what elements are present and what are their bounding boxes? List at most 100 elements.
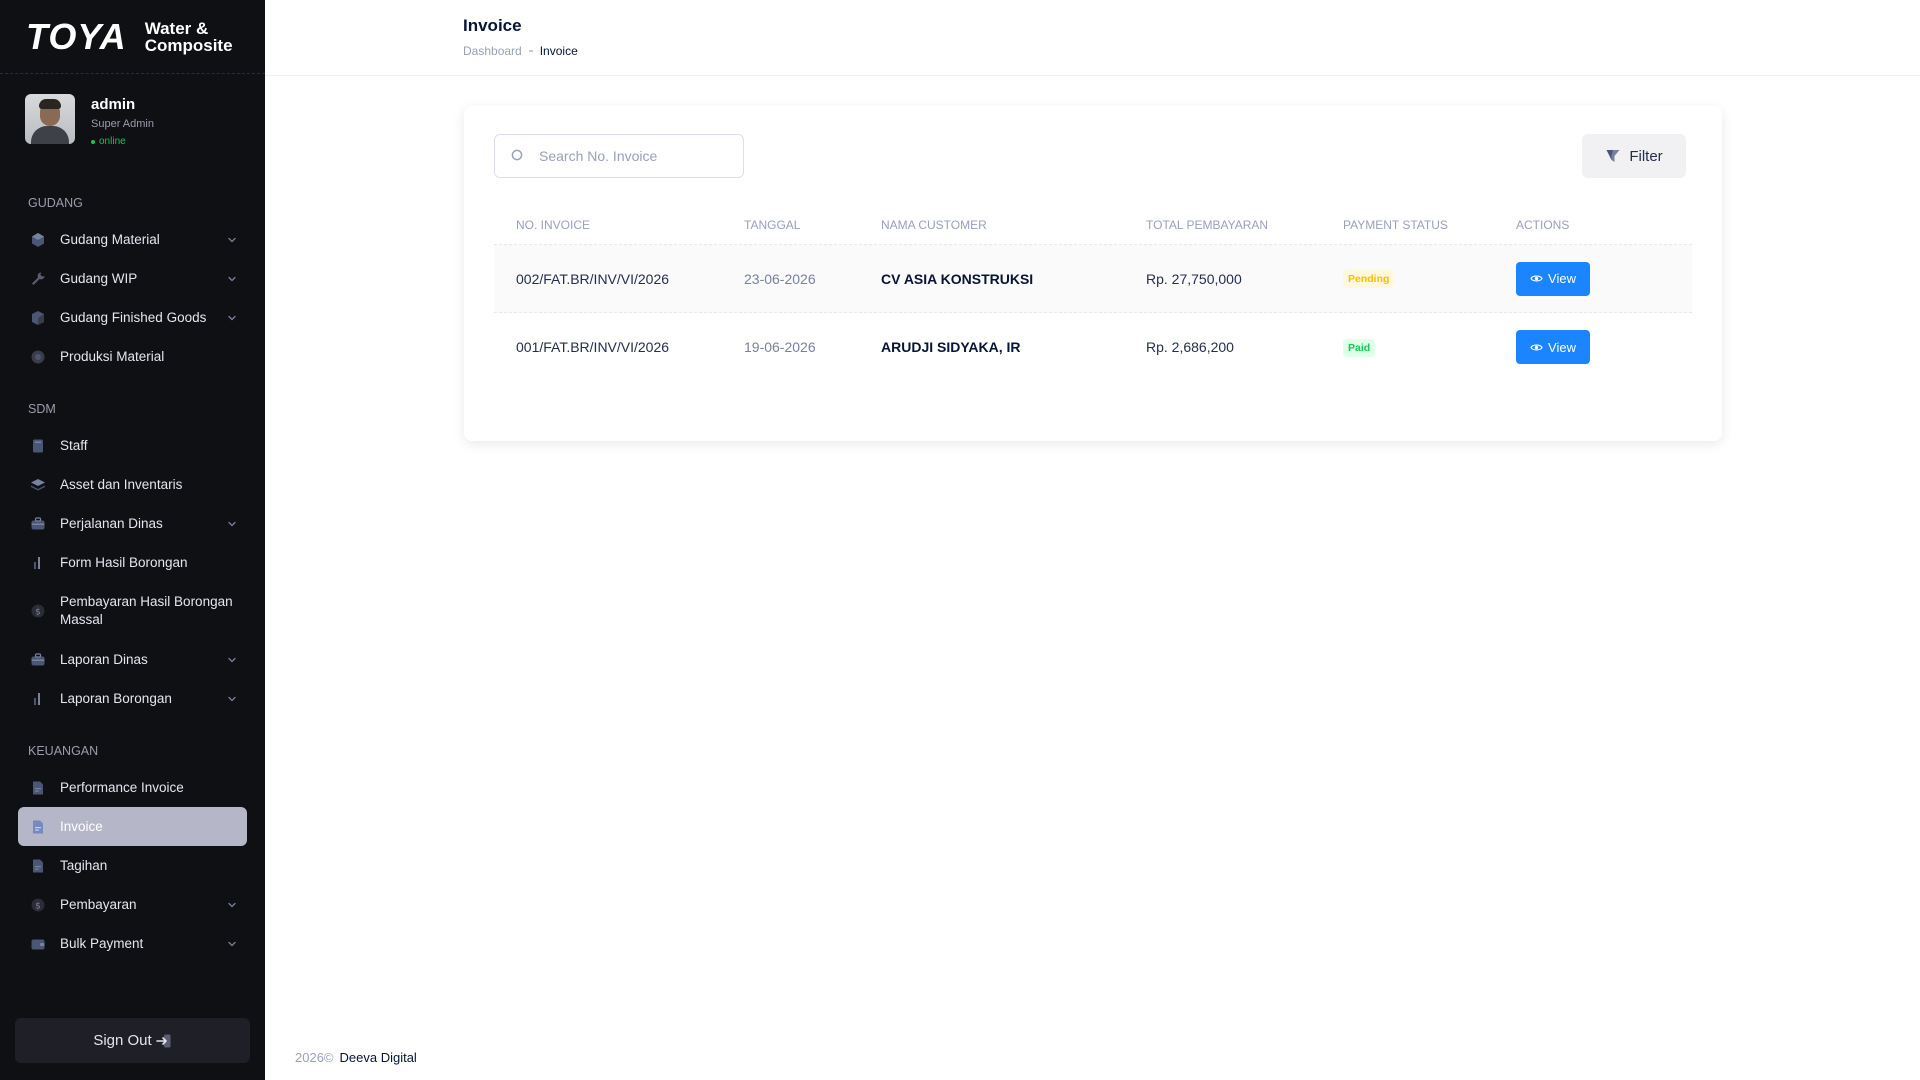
cell-total: Rp. 2,686,200: [1146, 339, 1234, 355]
table-row: 002/FAT.BR/INV/VI/2026 23-06-2026 CV ASI…: [494, 245, 1692, 313]
cell-customer: CV ASIA KONSTRUKSI: [881, 270, 1034, 287]
svg-text:$: $: [35, 901, 41, 911]
col-no-invoice[interactable]: NO. INVOICE: [494, 218, 744, 232]
section-title-sdm: SDM: [28, 402, 56, 416]
sidebar-item-label: Pembayaran Hasil Borongan Massal: [60, 594, 233, 627]
sidebar-item-label: Staff: [60, 437, 88, 453]
footer-brand-link[interactable]: Deeva Digital: [340, 1050, 417, 1065]
sidebar-item-gudang-material[interactable]: Gudang Material: [18, 220, 247, 259]
cube-icon: [32, 232, 44, 247]
document-icon: [33, 820, 43, 833]
logo-subtitle: Water & Composite: [145, 20, 233, 54]
wallet-icon: [31, 939, 45, 949]
invoice-table: NO. INVOICE TANGGAL NAMA CUSTOMER TOTAL …: [494, 206, 1692, 381]
section-title-keuangan: KEUANGAN: [28, 744, 99, 758]
cell-status: Pending: [1343, 269, 1516, 288]
view-button[interactable]: View: [1516, 261, 1590, 296]
sidebar-item-label: Gudang Finished Goods: [60, 309, 207, 325]
cell-tanggal: 19-06-2026: [744, 339, 816, 355]
sidebar: TOYA Water & Composite admin Super Admin…: [0, 0, 265, 1080]
bar-chart-icon: [34, 692, 40, 705]
view-button[interactable]: View: [1516, 330, 1590, 364]
cell-total: Rp. 27,750,000: [1146, 270, 1242, 287]
sidebar-item-label: Asset dan Inventaris: [60, 476, 183, 492]
cell-tanggal: 23-06-2026: [744, 270, 816, 287]
sidebar-item-bulk-payment[interactable]: Bulk Payment: [18, 924, 247, 963]
logo[interactable]: TOYA Water & Composite: [0, 0, 265, 74]
search-icon: [511, 149, 523, 161]
cell-actions: View: [1516, 261, 1692, 296]
sidebar-item-perjalanan-dinas[interactable]: Perjalanan Dinas: [18, 504, 247, 543]
eye-icon: [1530, 275, 1543, 282]
chevron-down-icon: [228, 521, 236, 526]
sidebar-item-performance-invoice[interactable]: Performance Invoice: [18, 768, 247, 807]
document-icon: [33, 859, 43, 872]
sidebar-item-asset-dan-inventaris[interactable]: Asset dan Inventaris: [18, 465, 247, 504]
sidebar-item-laporan-dinas[interactable]: Laporan Dinas: [18, 640, 247, 679]
footer-year: 2026©: [295, 1050, 334, 1065]
layers-icon: [31, 478, 45, 490]
page-title: Invoice: [463, 16, 522, 35]
search-box[interactable]: [494, 134, 744, 178]
chevron-down-icon: [228, 696, 236, 701]
sidebar-item-form-hasil-borongan[interactable]: Form Hasil Borongan: [18, 543, 247, 582]
document-icon: [33, 781, 43, 794]
view-label: View: [1548, 271, 1576, 286]
cell-status: Paid: [1343, 338, 1516, 357]
col-total-pembayaran[interactable]: TOTAL PEMBAYARAN: [1146, 218, 1343, 232]
profile-role: Super Admin: [91, 118, 154, 130]
sidebar-item-label: Gudang Material: [60, 231, 160, 247]
disc-icon: [31, 350, 45, 363]
logo-brand: TOYA: [26, 15, 127, 57]
user-profile: admin Super Admin online: [0, 74, 265, 174]
col-tanggal[interactable]: TANGGAL: [744, 218, 881, 232]
sidebar-item-label: Laporan Dinas: [60, 651, 148, 667]
sidebar-item-label: Tagihan: [60, 857, 108, 873]
sidebar-item-gudang-finished-goods[interactable]: Gudang Finished Goods: [18, 298, 247, 337]
briefcase-icon: [31, 652, 45, 665]
sidebar-item-tagihan[interactable]: Tagihan: [18, 846, 247, 885]
filter-label: Filter: [1629, 147, 1663, 165]
sidebar-item-laporan-borongan[interactable]: Laporan Borongan: [18, 679, 247, 718]
logo-subtitle-line2: Composite: [144, 35, 233, 55]
status-badge: Pending: [1343, 270, 1395, 288]
sidebar-item-label: Invoice: [60, 818, 103, 834]
status-text: online: [99, 136, 126, 147]
view-label: View: [1548, 339, 1576, 355]
sidebar-item-staff[interactable]: Staff: [18, 426, 247, 465]
search-input[interactable]: [539, 148, 719, 164]
sidebar-item-pembayaran[interactable]: $ Pembayaran: [18, 885, 247, 924]
sign-out-button[interactable]: Sign Out: [15, 1018, 250, 1063]
wrench-icon: [32, 272, 45, 285]
sidebar-item-label: Performance Invoice: [60, 779, 184, 795]
sidebar-item-label: Bulk Payment: [60, 935, 144, 951]
main-content: Invoice Dashboard Invoice Filter NO. INV…: [265, 0, 1920, 1080]
sign-out-icon: [155, 1034, 171, 1047]
col-nama-customer[interactable]: NAMA CUSTOMER: [881, 218, 1146, 232]
chevron-down-icon: [228, 941, 236, 946]
status-dot-icon: [91, 139, 95, 144]
chevron-down-icon: [228, 276, 236, 281]
sidebar-item-label: Pembayaran: [60, 896, 137, 912]
filter-icon: [1606, 150, 1620, 162]
filter-button[interactable]: Filter: [1582, 134, 1686, 178]
dollar-icon: $: [31, 898, 45, 911]
status-badge: Paid: [1343, 338, 1376, 357]
sidebar-menu: GUDANG Gudang Material Gudang WIP Gudang…: [0, 196, 265, 963]
breadcrumb-dashboard[interactable]: Dashboard: [463, 44, 522, 58]
sidebar-item-gudang-wip[interactable]: Gudang WIP: [18, 259, 247, 298]
page-header: Invoice Dashboard Invoice: [265, 0, 1920, 76]
sidebar-item-invoice[interactable]: Invoice: [18, 807, 247, 846]
table-header: NO. INVOICE TANGGAL NAMA CUSTOMER TOTAL …: [494, 206, 1692, 245]
sidebar-item-pembayaran-hasil-borongan-massal[interactable]: $ Pembayaran Hasil Borongan Massal: [18, 582, 247, 640]
avatar[interactable]: [25, 94, 75, 144]
box-icon: [32, 310, 44, 325]
table-row: 001/FAT.BR/INV/VI/2026 19-06-2026 ARUDJI…: [494, 313, 1692, 381]
sidebar-item-label: Perjalanan Dinas: [60, 515, 163, 531]
chevron-down-icon: [228, 657, 236, 662]
sidebar-item-produksi-material[interactable]: Produksi Material: [18, 337, 247, 376]
chevron-down-icon: [228, 315, 236, 320]
sidebar-item-label: Form Hasil Borongan: [60, 554, 188, 570]
col-payment-status[interactable]: PAYMENT STATUS: [1343, 218, 1516, 232]
invoice-card: Filter NO. INVOICE TANGGAL NAMA CUSTOMER…: [464, 106, 1722, 441]
